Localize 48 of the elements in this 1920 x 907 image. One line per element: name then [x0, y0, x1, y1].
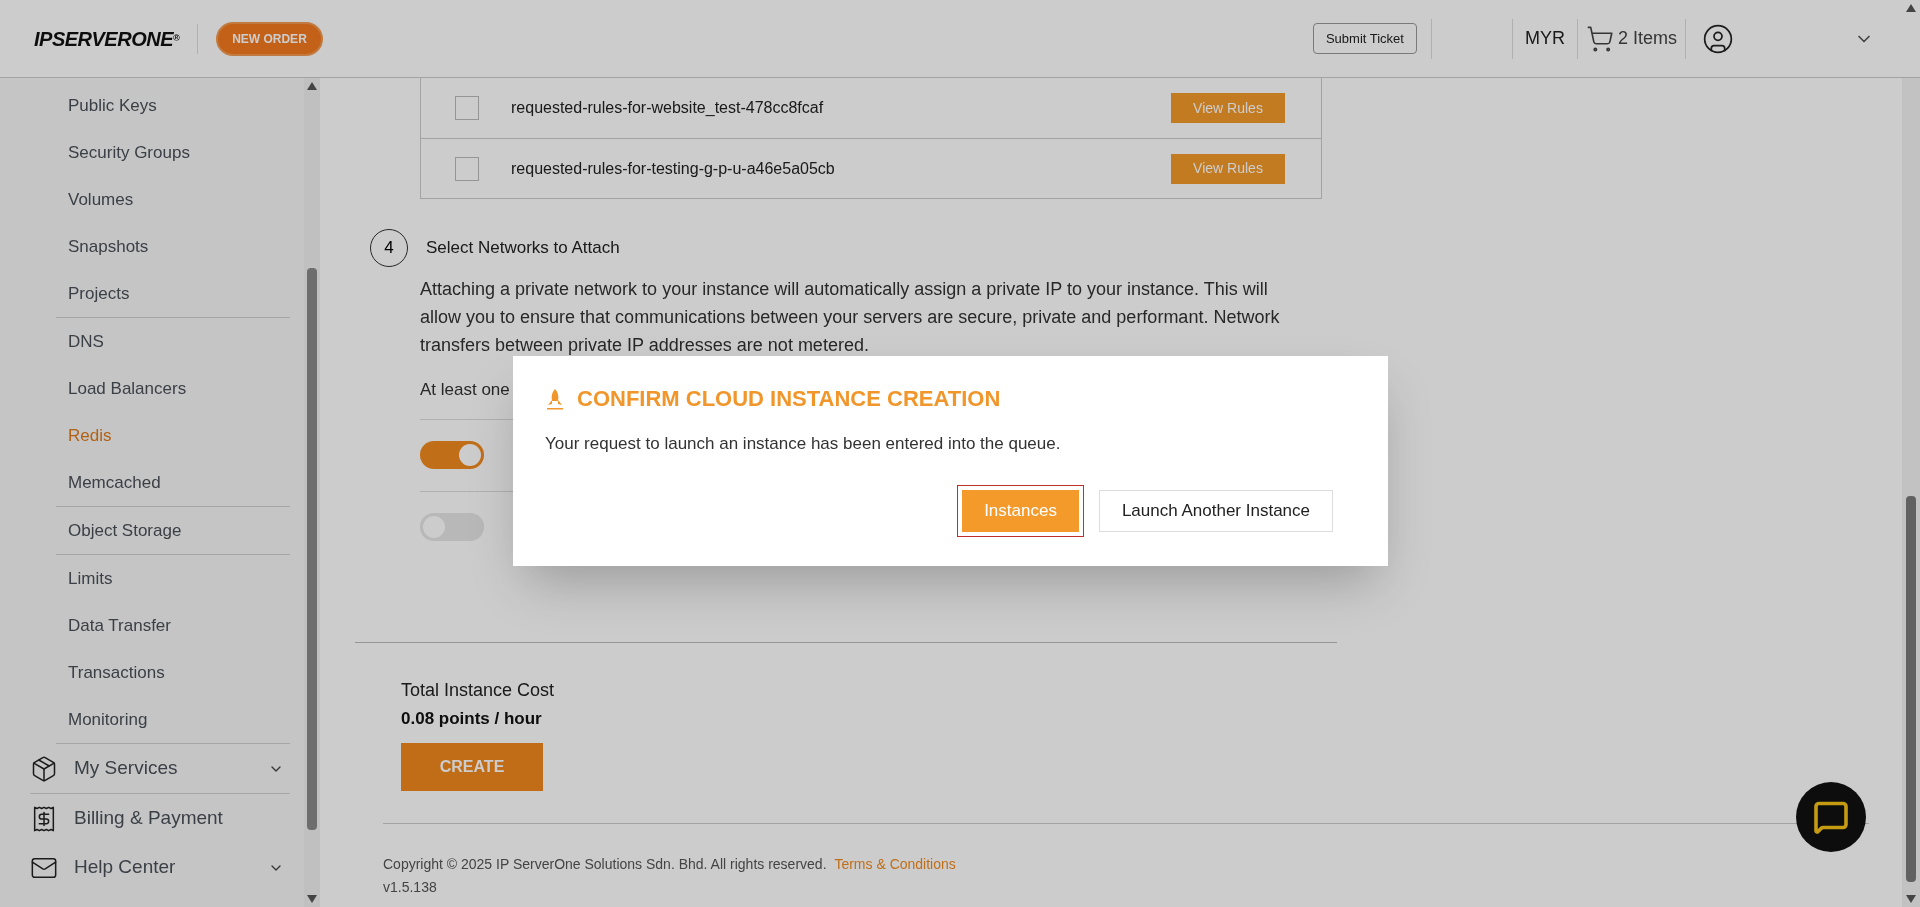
- sidebar-item[interactable]: Memcached: [68, 469, 161, 496]
- copyright-text: Copyright © 2025 IP ServerOne Solutions Sdn. Bhd. All rights reserved.: [383, 856, 827, 872]
- networks-note: At least one: [420, 379, 510, 401]
- sidebar-scrollbar[interactable]: [304, 78, 320, 907]
- sidebar-item[interactable]: Limits: [68, 565, 113, 592]
- sidebar-item[interactable]: Transactions: [68, 659, 165, 686]
- sidebar-item[interactable]: Load Balancers: [68, 375, 187, 402]
- scroll-down-icon[interactable]: [1906, 895, 1916, 903]
- cost-value: 0.08 points / hour: [401, 707, 543, 730]
- networks-description: Attaching a private network to your instance will automatically assign a private IP to your instance. This will allow you to ensure that communications between your servers are secure, private and performant. Network transfers between private IP addresses are not metered.: [420, 278, 1281, 357]
- scroll-up-icon[interactable]: [1906, 4, 1916, 12]
- sidebar-item[interactable]: Data Transfer: [68, 612, 171, 639]
- rocket-icon: [545, 387, 565, 410]
- page-scrollbar[interactable]: [1902, 78, 1920, 907]
- submit-ticket-button[interactable]: Submit Ticket: [1312, 23, 1417, 54]
- security-group-name: requested-rules-for-website_test-478cc8fcaf: [511, 98, 824, 118]
- sidebar-item[interactable]: DNS: [68, 328, 104, 355]
- scrollbar-thumb[interactable]: [307, 268, 317, 830]
- checkbox[interactable]: [455, 156, 479, 181]
- scrollbar-thumb[interactable]: [1906, 496, 1916, 882]
- sidebar-item[interactable]: Security Groups: [68, 139, 190, 166]
- dialog-title: CONFIRM CLOUD INSTANCE CREATION: [577, 385, 1001, 413]
- logo[interactable]: IPSERVERONE$^{®}$: [34, 23, 180, 54]
- step-title: Select Networks to Attach: [426, 237, 620, 260]
- sidebar-item[interactable]: Projects: [68, 280, 130, 307]
- user-icon[interactable]: [1702, 22, 1734, 55]
- sidebar-item[interactable]: Object Storage: [68, 517, 182, 544]
- cost-label: Total Instance Cost: [401, 678, 556, 702]
- sidebar-section[interactable]: My Services: [74, 754, 178, 783]
- sidebar-section[interactable]: Help Center: [74, 853, 176, 882]
- chat-icon: [1813, 799, 1849, 835]
- cart-icon: [1585, 24, 1614, 53]
- scroll-down-icon[interactable]: [307, 895, 317, 903]
- sidebar-section[interactable]: Billing & Payment: [74, 804, 223, 833]
- currency-selector[interactable]: MYR: [1512, 25, 1577, 52]
- sidebar-item[interactable]: Public Keys: [68, 92, 157, 119]
- package-icon: [30, 754, 58, 783]
- dialog-message: Your request to launch an instance has been entered into the queue.: [545, 433, 1062, 455]
- sidebar-item[interactable]: Snapshots: [68, 233, 149, 260]
- cart-link[interactable]: 2 Items: [1577, 24, 1685, 53]
- version-text: v1.5.138: [383, 878, 438, 897]
- launch-another-button[interactable]: Launch Another Instance: [1098, 489, 1333, 532]
- scroll-up-icon[interactable]: [307, 82, 317, 90]
- checkbox[interactable]: [455, 96, 479, 120]
- security-group-name: requested-rules-for-testing-g-p-u-a46e5a05cb: [511, 158, 835, 179]
- sidebar-item[interactable]: Monitoring: [68, 706, 148, 733]
- network-toggle[interactable]: [420, 441, 484, 469]
- sidebar-item[interactable]: Volumes: [68, 186, 134, 213]
